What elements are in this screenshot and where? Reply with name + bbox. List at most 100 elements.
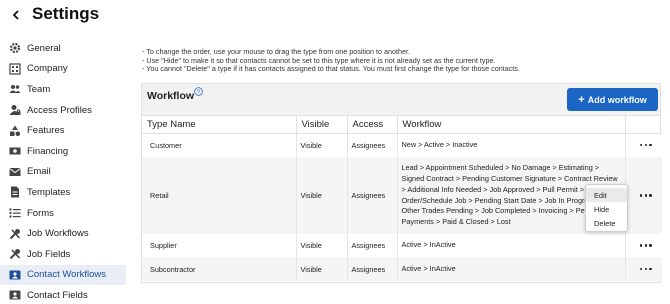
contact-card-icon xyxy=(8,289,21,302)
document-icon xyxy=(8,186,21,199)
workflow-line: Active > InActive xyxy=(401,263,456,273)
cell-type-name: Subcontractor xyxy=(142,257,297,281)
dot xyxy=(649,194,652,197)
table-row[interactable]: Customer Visible Assignees New > Active … xyxy=(142,133,662,157)
dot xyxy=(639,194,643,197)
cell-actions xyxy=(625,234,662,257)
workflow-line: Lead > Appointment Scheduled > No Damage… xyxy=(401,162,600,172)
sidebar-item-label: Templates xyxy=(27,186,71,198)
contact-card-icon xyxy=(8,268,21,281)
menu-item-delete[interactable]: Delete xyxy=(586,216,627,230)
column-header-actions xyxy=(625,116,662,134)
gear-icon xyxy=(8,42,21,55)
column-header-type-name: Type Name xyxy=(142,116,297,134)
sidebar-item-forms[interactable]: Forms xyxy=(0,203,130,224)
sidebar-item-label: Team xyxy=(27,83,51,95)
row-context-menu: Edit Hide Delete xyxy=(585,184,628,232)
cell-workflow: Active > InActive xyxy=(397,234,626,257)
sidebar-item-company[interactable]: Company xyxy=(0,59,130,80)
sidebar-item-label: Contact Workflows xyxy=(27,269,107,281)
workflow-table: Type Name Visible Access Workflow Custom… xyxy=(142,116,662,281)
chevron-left-icon xyxy=(12,10,19,20)
sidebar-item-job-fields[interactable]: Job Fields xyxy=(0,244,130,265)
sidebar-item-label: Job Workflows xyxy=(27,228,89,240)
sidebar-item-team[interactable]: Team xyxy=(0,79,130,100)
more-actions-button[interactable] xyxy=(630,244,663,247)
menu-item-edit[interactable]: Edit xyxy=(586,188,627,202)
instruction-line: - You cannot "Delete" a type if it has c… xyxy=(142,64,520,74)
cell-visible: Visible xyxy=(296,234,348,257)
more-actions-button[interactable] xyxy=(630,194,663,197)
sidebar-item-features[interactable]: Features xyxy=(0,120,130,141)
cell-type-name: Customer xyxy=(142,133,297,157)
sidebar-item-contact-workflows[interactable]: Contact Workflows xyxy=(0,264,126,286)
workflow-line: New > Active > Inactive xyxy=(401,139,478,149)
dot xyxy=(644,267,647,271)
dot xyxy=(644,144,647,147)
dot xyxy=(649,144,652,147)
sidebar-item-email[interactable]: Email xyxy=(0,162,130,183)
more-actions-button[interactable] xyxy=(630,267,663,271)
plus-icon: + xyxy=(578,93,585,106)
sidebar-item-label: Contact Fields xyxy=(27,289,88,301)
dot xyxy=(639,144,643,147)
sidebar-item-label: Job Fields xyxy=(27,248,71,260)
dot xyxy=(639,267,643,271)
panel-header: Workflow ? + Add workflow xyxy=(142,84,660,116)
workflow-panel: Workflow ? + Add workflow Type Name Visi… xyxy=(141,83,662,283)
page-title: Settings xyxy=(32,4,100,23)
menu-item-hide[interactable]: Hide xyxy=(586,202,627,216)
table-row[interactable]: Retail Visible Assignees Lead > Appointm… xyxy=(142,157,662,234)
dot xyxy=(644,244,647,247)
add-workflow-button[interactable]: + Add workflow xyxy=(567,88,658,111)
list-icon xyxy=(8,207,21,220)
sidebar-item-label: Access Profiles xyxy=(27,104,92,116)
tools-icon xyxy=(8,227,21,240)
sidebar-item-label: Forms xyxy=(27,207,54,219)
cell-visible: Visible xyxy=(296,257,348,281)
shapes-icon xyxy=(8,124,21,137)
envelope-icon xyxy=(8,165,21,178)
workflow-line: Signed Contract > Pending Customer Signa… xyxy=(401,173,618,183)
cell-workflow: New > Active > Inactive xyxy=(397,133,626,157)
table-row[interactable]: Supplier Visible Assignees Active > InAc… xyxy=(142,234,662,257)
dot xyxy=(649,244,652,247)
dot xyxy=(649,267,652,271)
more-actions-button[interactable] xyxy=(630,144,663,147)
sidebar-item-label: Features xyxy=(27,125,65,137)
table-header-row: Type Name Visible Access Workflow xyxy=(142,116,662,134)
sidebar-item-contact-fields[interactable]: Contact Fields xyxy=(0,285,130,304)
cell-access: Assignees xyxy=(347,133,398,157)
building-icon xyxy=(8,62,21,75)
help-icon[interactable]: ? xyxy=(194,87,203,96)
sidebar-item-label: Email xyxy=(27,166,51,178)
dot xyxy=(644,194,647,197)
cell-type-name: Retail xyxy=(142,157,297,234)
sidebar: General Company Team Access Profiles Fea… xyxy=(0,38,130,304)
back-button[interactable] xyxy=(9,7,23,23)
top-bar: Settings xyxy=(0,0,670,32)
workflow-line: Active > InActive xyxy=(401,240,456,250)
cell-actions xyxy=(625,257,662,281)
cell-visible: Visible xyxy=(296,133,348,157)
table-row[interactable]: Subcontractor Visible Assignees Active >… xyxy=(142,257,662,281)
column-header-workflow: Workflow xyxy=(397,116,626,134)
sidebar-item-job-workflows[interactable]: Job Workflows xyxy=(0,223,130,244)
people-icon xyxy=(8,83,21,96)
sidebar-item-label: General xyxy=(27,42,61,54)
sidebar-item-financing[interactable]: Financing xyxy=(0,141,130,162)
sidebar-item-general[interactable]: General xyxy=(0,38,130,59)
sidebar-item-templates[interactable]: Templates xyxy=(0,182,130,203)
instructions: - To change the order, use your mouse to… xyxy=(142,47,520,74)
sidebar-item-access-profiles[interactable]: Access Profiles xyxy=(0,100,130,121)
cell-access: Assignees xyxy=(347,257,398,281)
cell-workflow: Active > InActive xyxy=(397,257,626,281)
sidebar-item-label: Company xyxy=(27,63,68,75)
column-header-access: Access xyxy=(347,116,398,134)
add-workflow-label: Add workflow xyxy=(587,94,647,105)
cell-visible: Visible xyxy=(296,157,348,234)
money-icon xyxy=(8,145,21,158)
cell-type-name: Supplier xyxy=(142,234,297,257)
column-header-visible: Visible xyxy=(296,116,348,134)
cell-access: Assignees xyxy=(347,157,398,234)
